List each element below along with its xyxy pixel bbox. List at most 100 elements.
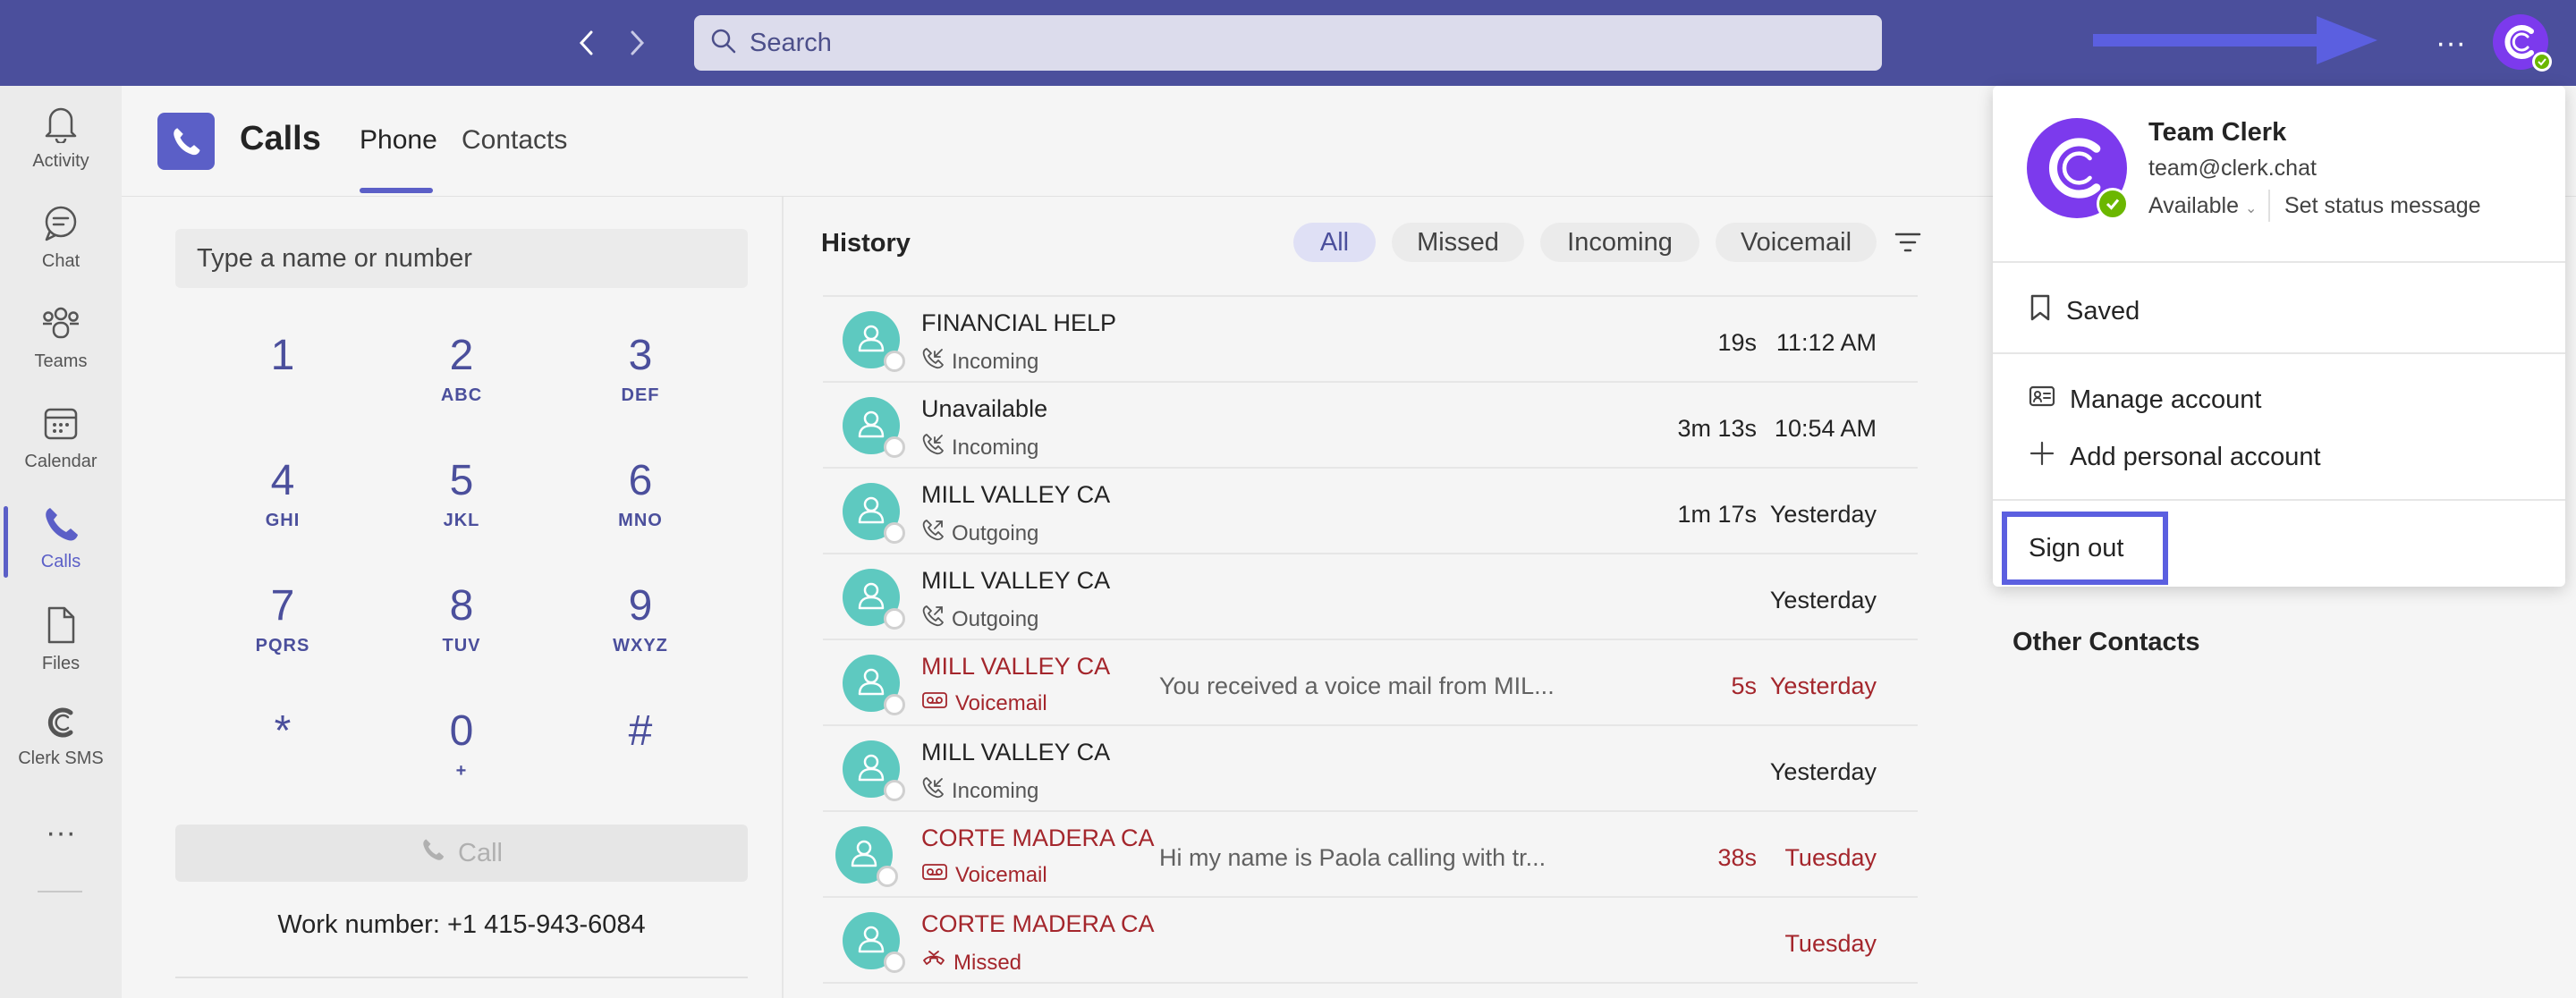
dial-key-hash[interactable]: #	[578, 706, 703, 805]
dial-key-1[interactable]: 1	[220, 331, 345, 429]
caller-name: CORTE MADERA CA	[921, 825, 1155, 851]
rail-item-calls[interactable]: Calls	[0, 504, 122, 603]
bookmark-icon	[2029, 293, 2066, 329]
presence-icon	[884, 351, 905, 372]
top-bar: Search ···	[0, 0, 2576, 86]
dial-key-digit: 7	[270, 582, 295, 630]
call-button[interactable]: Call	[175, 825, 748, 882]
filter-all[interactable]: All	[1293, 223, 1376, 262]
rail-item-chat[interactable]: Chat	[0, 204, 122, 302]
rail-item-label: Activity	[32, 151, 89, 171]
contact-avatar	[843, 655, 905, 715]
saved-label: Saved	[2066, 296, 2140, 326]
dial-key-digit: *	[274, 707, 292, 755]
calls-app-icon	[157, 113, 215, 170]
dial-key-letters: +	[455, 761, 468, 781]
dial-key-digit: 4	[270, 457, 295, 504]
voicemail-snippet: You received a voice mail from MIL...	[1159, 672, 1555, 699]
person-icon	[854, 407, 888, 445]
dial-key-8[interactable]: 8 TUV	[399, 581, 524, 680]
call-time: 11:12 AM	[1775, 329, 1877, 356]
caller-name: MILL VALLEY CA	[921, 567, 1111, 594]
filter-incoming[interactable]: Incoming	[1540, 223, 1699, 262]
rail-item-teams[interactable]: Teams	[0, 304, 122, 402]
bell-icon	[43, 104, 79, 148]
chevron-down-icon: ⌄	[2244, 201, 2258, 216]
profile-avatar[interactable]	[2493, 14, 2552, 72]
chat-icon	[41, 204, 80, 248]
add-personal-account-label: Add personal account	[2070, 442, 2321, 471]
clerk-icon	[43, 705, 79, 745]
dial-key-letters: GHI	[265, 511, 301, 530]
history-row[interactable]: CORTE MADERA CA Missed Tuesday	[823, 898, 1918, 984]
contact-avatar	[843, 912, 905, 973]
tab-phone[interactable]: Phone	[360, 125, 437, 156]
availability-dropdown[interactable]: Available ⌄	[2148, 193, 2257, 219]
profile-name: Team Clerk	[2148, 118, 2287, 147]
forward-arrow-icon[interactable]	[619, 25, 655, 61]
filter-missed[interactable]: Missed	[1392, 223, 1524, 262]
call-time: 10:54 AM	[1774, 415, 1877, 442]
search-input[interactable]: Search	[694, 15, 1882, 71]
back-arrow-icon[interactable]	[569, 25, 605, 61]
sign-out-button[interactable]: Sign out	[2002, 512, 2168, 585]
call-kind-label: Incoming	[952, 778, 1039, 803]
call-duration: 38s	[1717, 844, 1757, 871]
filter-voicemail[interactable]: Voicemail	[1716, 223, 1877, 262]
number-input[interactable]: Type a name or number	[175, 229, 748, 288]
set-status-message-link[interactable]: Set status message	[2284, 193, 2481, 219]
rail-item-calendar[interactable]: Calendar	[0, 404, 122, 503]
divider	[1993, 499, 2565, 501]
rail-more-icon[interactable]: ···	[0, 816, 122, 850]
saved-menu-item[interactable]: Saved	[2029, 293, 2140, 329]
call-kind: Outgoing	[921, 519, 1038, 548]
dial-key-letters: ABC	[440, 385, 483, 405]
dial-key-5[interactable]: 5 JKL	[399, 456, 524, 554]
history-row[interactable]: MILL VALLEY CA Outgoing Yesterday	[823, 554, 1918, 640]
history-row[interactable]: MILL VALLEY CA Outgoing 1m 17s Yesterday	[823, 469, 1918, 554]
rail-item-activity[interactable]: Activity	[0, 104, 122, 202]
incoming-call-icon	[921, 776, 952, 806]
dial-key-letters: DEF	[621, 385, 660, 405]
dial-key-star[interactable]: *	[220, 706, 345, 805]
dial-key-9[interactable]: 9 WXYZ	[578, 581, 703, 680]
dial-key-4[interactable]: 4 GHI	[220, 456, 345, 554]
dial-key-7[interactable]: 7 PQRS	[220, 581, 345, 680]
rail-item-label: Files	[41, 654, 80, 673]
tab-contacts[interactable]: Contacts	[462, 125, 567, 156]
teams-icon	[40, 304, 81, 348]
dial-key-0[interactable]: 0 +	[399, 706, 524, 805]
dial-key-letters: JKL	[443, 511, 480, 530]
filter-icon[interactable]	[1894, 231, 1921, 258]
profile-avatar-large	[2027, 118, 2129, 220]
app-rail: Activity Chat Teams Calendar Calls Files	[0, 86, 122, 998]
dial-key-2[interactable]: 2 ABC	[399, 331, 524, 429]
manage-account-menu-item[interactable]: Manage account	[2029, 385, 2261, 415]
outgoing-call-icon	[921, 605, 952, 634]
person-icon	[854, 321, 888, 359]
call-time: Yesterday	[1769, 672, 1877, 699]
dial-key-digit: 8	[449, 582, 474, 630]
history-row[interactable]: Unavailable Incoming 3m 13s 10:54 AM	[823, 383, 1918, 469]
presence-icon	[884, 608, 905, 630]
history-row[interactable]: FINANCIAL HELP Incoming 19s 11:12 AM	[823, 297, 1918, 383]
dial-key-3[interactable]: 3 DEF	[578, 331, 703, 429]
caller-name: Unavailable	[921, 395, 1048, 422]
outgoing-call-icon	[921, 519, 952, 548]
contact-avatar	[835, 826, 898, 887]
call-kind-label: Missed	[953, 950, 1022, 975]
history-row[interactable]: CORTE MADERA CA Voicemail Hi my name is Pa…	[823, 812, 1918, 898]
add-personal-account-menu-item[interactable]: Add personal account	[2029, 440, 2321, 474]
contact-avatar	[843, 483, 905, 544]
id-card-icon	[2029, 385, 2070, 415]
history-row[interactable]: MILL VALLEY CA Incoming Yesterday	[823, 726, 1918, 812]
rail-item-clerk-sms[interactable]: Clerk SMS	[0, 705, 122, 803]
more-options-icon[interactable]: ···	[2433, 18, 2469, 68]
available-status-icon	[2097, 188, 2129, 220]
dial-key-digit: 9	[628, 582, 653, 630]
person-icon	[854, 664, 888, 703]
dial-key-6[interactable]: 6 MNO	[578, 456, 703, 554]
rail-item-files[interactable]: Files	[0, 605, 122, 703]
history-row[interactable]: MILL VALLEY CA Voicemail You received a vo…	[823, 640, 1918, 726]
call-kind: Incoming	[921, 347, 1038, 376]
